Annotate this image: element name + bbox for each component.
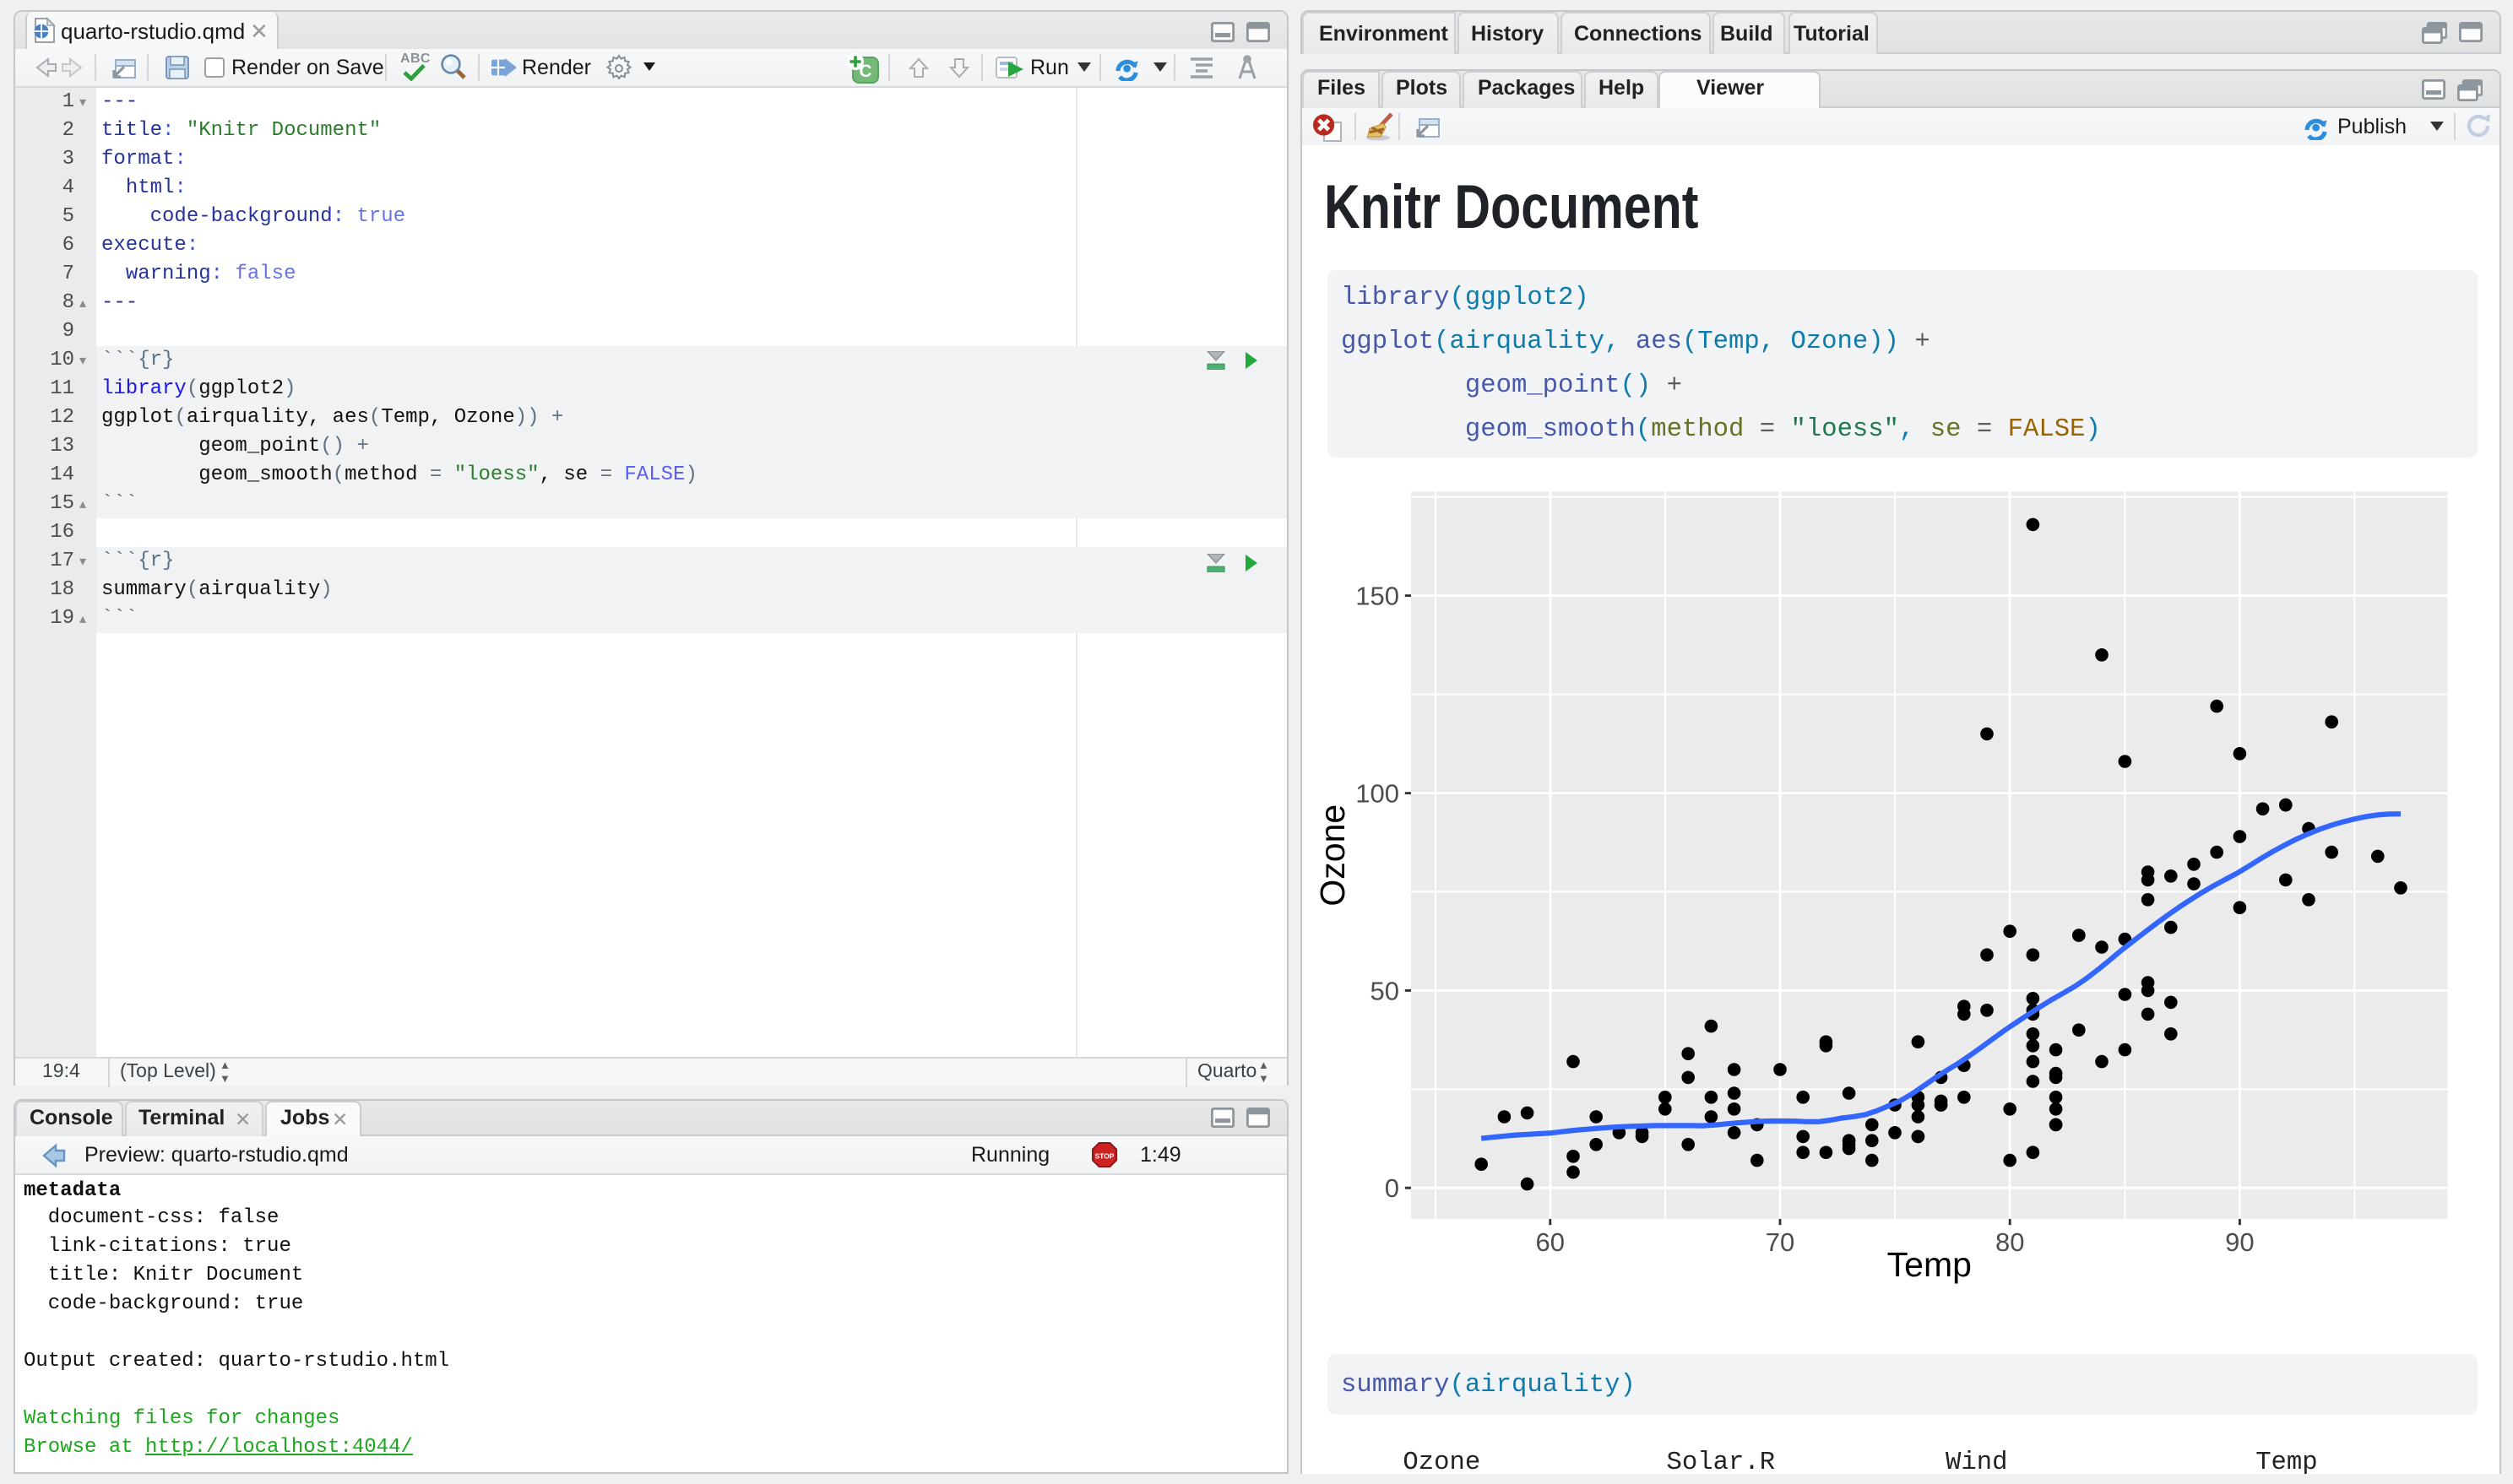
svg-text:0: 0 [1385,1173,1399,1203]
svg-text:STOP: STOP [1095,1152,1115,1161]
svg-text:60: 60 [1536,1227,1565,1257]
svg-text:Ozone: Ozone [1313,804,1352,907]
svg-text:150: 150 [1355,582,1399,611]
svg-text:Temp: Temp [1887,1245,1972,1284]
svg-text:100: 100 [1355,778,1399,808]
svg-text:80: 80 [1995,1227,2024,1257]
svg-text:50: 50 [1370,976,1399,1005]
svg-text:70: 70 [1766,1227,1794,1257]
svg-text:90: 90 [2225,1227,2254,1257]
